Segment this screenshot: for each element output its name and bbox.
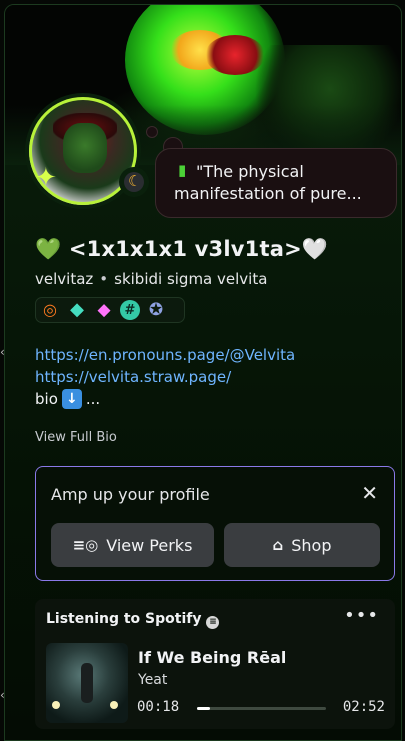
down-arrow-icon: ↓ [61, 389, 82, 409]
amp-card-title: Amp up your profile [51, 485, 210, 504]
avatar[interactable]: ✦ ☾ [25, 93, 149, 209]
username-line: velvitaz • skibidi sigma velvita [35, 270, 267, 288]
duration-time: 02:52 [342, 699, 385, 715]
spotify-header-text: Listening to Spotify [46, 611, 202, 627]
amp-up-profile-card: Amp up your profile ✕ ≡◎ View Perks ⌂ Sh… [35, 466, 395, 581]
pronouns: skibidi sigma velvita [114, 270, 268, 288]
artist-name[interactable]: Yeat [138, 672, 167, 688]
spotify-icon: ≡ [206, 615, 220, 629]
display-name-text: <1x1x1x1 v3lv1ta> [61, 237, 302, 261]
shop-icon: ⌂ [272, 536, 284, 554]
elapsed-time: 00:18 [137, 699, 180, 715]
idle-moon-icon: ☾ [128, 172, 142, 190]
nitro-perks-icon: ≡◎ [72, 536, 99, 554]
bio: https://en.pronouns.page/@Velvita https:… [35, 344, 385, 410]
username[interactable]: velvitaz [35, 270, 93, 288]
bio-link-pronouns[interactable]: https://en.pronouns.page/@Velvita [35, 344, 385, 366]
album-art[interactable] [46, 643, 128, 723]
green-heart-icon: 💚 [35, 237, 62, 261]
more-options-icon[interactable]: ••• [344, 605, 379, 626]
badge-list: ◎ ◆ ◆ # ✪ [35, 297, 185, 323]
shop-label: Shop [291, 535, 332, 555]
white-heart-icon: 🤍 [301, 237, 329, 261]
view-perks-button[interactable]: ≡◎ View Perks [51, 523, 214, 567]
hashtag-badge-icon[interactable]: # [120, 300, 140, 320]
bio-link-strawpage[interactable]: https://velvita.straw.page/ [35, 366, 385, 388]
view-full-bio-link[interactable]: View Full Bio [35, 430, 117, 445]
bio-ellipsis: ... [85, 390, 101, 408]
hypesquad-badge-icon[interactable]: ◆ [66, 299, 88, 321]
custom-status-text: "The physical manifestation of pure... [174, 162, 362, 203]
user-profile-panel: ✦ ☾ ▮ "The physical manifestation of pur… [4, 4, 402, 741]
spotify-activity-card: Listening to Spotify ≡ ••• If We Being Rē… [35, 599, 395, 729]
bio-text-line: bio ↓... [35, 388, 385, 410]
sparkle-decoration-icon: ✦ [35, 163, 57, 193]
display-name: 💚 <1x1x1x1 v3lv1ta>🤍 [35, 237, 328, 262]
spotify-header: Listening to Spotify ≡ [46, 611, 220, 629]
status-bubble-dot-small [146, 126, 158, 138]
shop-button[interactable]: ⌂ Shop [224, 523, 380, 567]
bio-text: bio [35, 390, 58, 408]
quest-badge-icon[interactable]: ✪ [145, 299, 167, 321]
status-indicator: ☾ [119, 167, 149, 197]
progress-bar [197, 707, 326, 710]
song-title[interactable]: If We Being Rēal [138, 648, 286, 667]
progress-fill [197, 707, 211, 710]
view-perks-label: View Perks [106, 535, 193, 555]
server-boost-badge-icon[interactable]: ◆ [93, 299, 115, 321]
nitro-badge-icon[interactable]: ◎ [39, 299, 61, 321]
custom-status-bubble[interactable]: ▮ "The physical manifestation of pure... [155, 148, 397, 218]
close-icon[interactable]: ✕ [361, 483, 378, 503]
separator-dot: • [99, 270, 109, 288]
